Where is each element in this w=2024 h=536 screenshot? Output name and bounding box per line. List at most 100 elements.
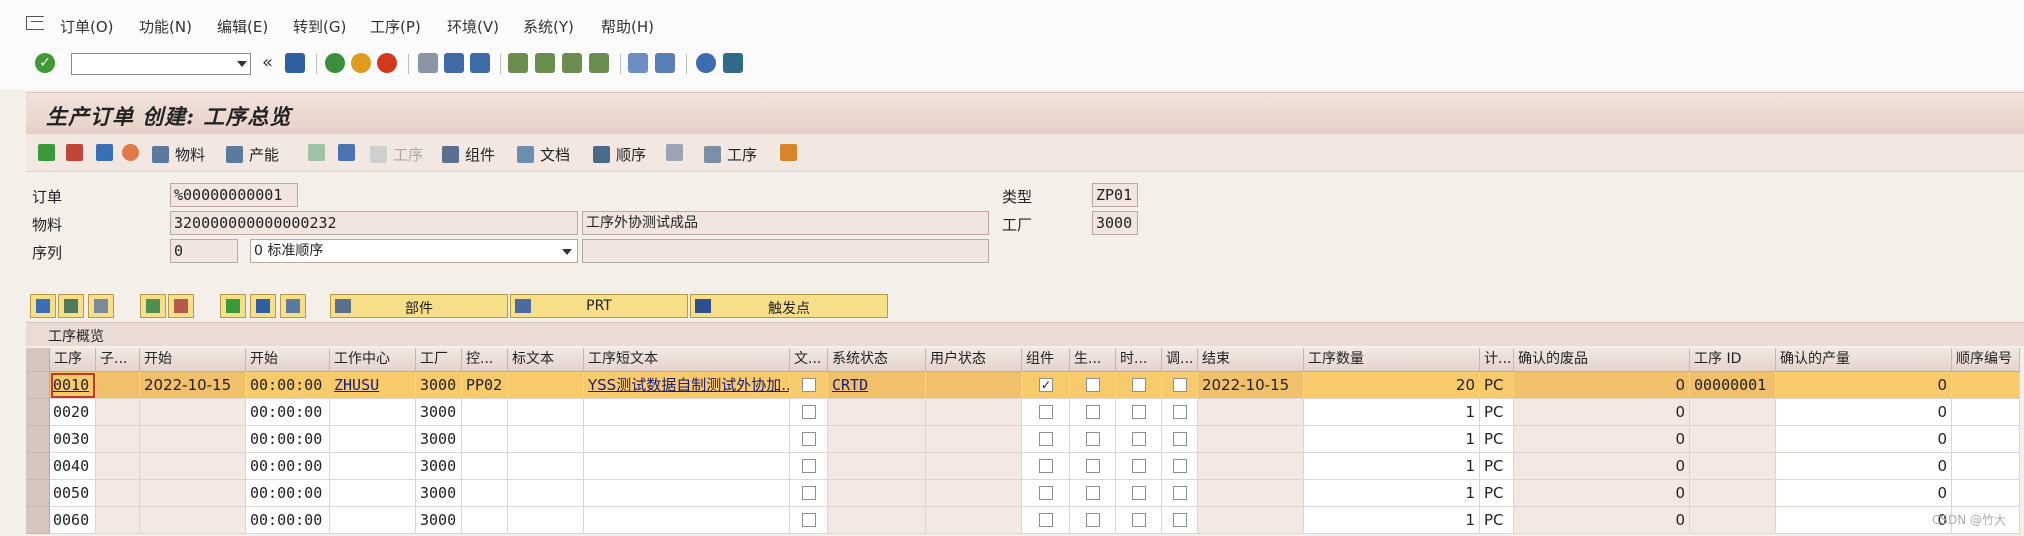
checkbox-adj[interactable] [1173,486,1187,500]
chevron-down-icon[interactable] [562,249,572,255]
cell-seq[interactable] [1952,399,2020,426]
cell-plant[interactable]: 3000 [416,426,462,453]
column-header[interactable]: 用户状态 [926,348,1022,372]
new-session-icon[interactable] [628,53,648,73]
table-row[interactable]: 0010 2022-10-15 00:00:00 ZHUSU 3000 PP02 YSS测试… [26,372,2020,399]
cell-wc[interactable] [330,480,416,507]
back-icon[interactable] [325,53,345,73]
checkbox-comp[interactable] [1039,432,1053,446]
first-page-icon[interactable] [508,53,528,73]
cell-qty[interactable]: 1 [1304,426,1480,453]
column-header[interactable]: 控... [462,348,508,372]
checkbox-comp[interactable] [1039,486,1053,500]
cell-op[interactable]: 0010 [50,372,96,399]
cell-op[interactable]: 0030 [50,426,96,453]
menu-order[interactable]: 订单(O) [60,16,114,37]
select-block-button[interactable] [58,294,84,318]
layout-icon[interactable] [723,53,743,73]
cell-short[interactable] [584,507,790,534]
checkbox-doc[interactable] [802,405,816,419]
cell-start_time[interactable]: 00:00:00 [246,372,330,399]
cell-plant[interactable]: 3000 [416,453,462,480]
cell-std[interactable] [508,507,584,534]
cell-unit[interactable]: PC [1480,372,1514,399]
checkbox-doc[interactable] [802,486,816,500]
flag-icon[interactable] [38,144,61,164]
sequence-button[interactable]: 顺序 [593,144,646,164]
cell-sub[interactable] [96,426,140,453]
cell-wc[interactable]: ZHUSU [330,372,416,399]
cell-short[interactable]: YSS测试数据自制测试外协加... [584,372,790,399]
column-header[interactable]: 确认的废品 [1514,348,1690,372]
checkbox-comp[interactable] [1039,405,1053,419]
column-header[interactable]: 工作中心 [330,348,416,372]
structure-icon[interactable] [780,144,803,164]
table-row[interactable]: 0020 00:00:00 3000 1 PC 0 0 [26,399,2020,426]
edit-button[interactable] [280,294,306,318]
checkbox-doc[interactable] [802,459,816,473]
cell-wc[interactable] [330,453,416,480]
cell-seq[interactable] [1952,426,2020,453]
cell-short[interactable] [584,399,790,426]
checkbox-adj[interactable] [1173,432,1187,446]
exit-icon[interactable] [351,53,371,73]
checkbox-doc[interactable] [802,432,816,446]
column-header[interactable]: 文... [790,348,828,372]
cell-short[interactable] [584,453,790,480]
cell-seq[interactable] [1952,372,2020,399]
cell-wc[interactable] [330,399,416,426]
cell-op[interactable]: 0060 [50,507,96,534]
delete-row-button[interactable] [168,294,194,318]
cell-ctrl[interactable] [462,507,508,534]
checkbox-comp[interactable] [1039,378,1053,392]
cancel-icon[interactable] [377,53,397,73]
column-header[interactable]: 工序数量 [1304,348,1480,372]
chevron-down-icon[interactable] [237,61,247,67]
cell-wc[interactable] [330,426,416,453]
cell-std[interactable] [508,399,584,426]
cell-qty[interactable]: 1 [1304,399,1480,426]
cell-sub[interactable] [96,453,140,480]
cost-icon[interactable] [122,144,145,164]
checkbox-prod[interactable] [1086,432,1100,446]
column-header[interactable]: 标文本 [508,348,584,372]
column-header[interactable]: 生... [1070,348,1116,372]
cell-ctrl[interactable] [462,453,508,480]
column-header[interactable]: 开始 [140,348,246,372]
checkbox-time[interactable] [1132,405,1146,419]
column-header[interactable]: 工厂 [416,348,462,372]
checkbox-adj[interactable] [1173,405,1187,419]
cell-plant[interactable]: 3000 [416,399,462,426]
enter-check-icon[interactable]: ✓ [35,53,55,73]
cell-short[interactable] [584,480,790,507]
document-button[interactable]: 文档 [517,144,570,164]
cell-seq[interactable] [1952,453,2020,480]
checkbox-doc[interactable] [802,513,816,527]
trigger-point-button[interactable]: 触发点 [690,294,888,318]
column-header[interactable]: 子... [96,348,140,372]
table-row[interactable]: 0060 00:00:00 3000 1 PC 0 0 [26,507,2020,534]
table-row[interactable]: 0030 00:00:00 3000 1 PC 0 0 [26,426,2020,453]
cell-plant[interactable]: 3000 [416,372,462,399]
cell-ctrl[interactable]: PP02 [462,372,508,399]
operation-button[interactable]: 工序 [704,144,757,164]
checkbox-comp[interactable] [1039,513,1053,527]
cell-std[interactable] [508,426,584,453]
previous-page-icon[interactable] [535,53,555,73]
column-header[interactable]: 系统状态 [828,348,926,372]
cell-sub[interactable] [96,399,140,426]
checkbox-adj[interactable] [1173,513,1187,527]
menu-help[interactable]: 帮助(H) [601,16,654,37]
help-icon[interactable] [696,53,716,73]
cell-plant[interactable]: 3000 [416,507,462,534]
cell-start_time[interactable]: 00:00:00 [246,399,330,426]
menu-edit[interactable]: 编辑(E) [217,16,268,37]
cell-unit[interactable]: PC [1480,399,1514,426]
cube-icon[interactable] [666,144,689,164]
last-page-icon[interactable] [589,53,609,73]
capacity-button[interactable]: 产能 [226,144,279,164]
table-corner[interactable] [26,348,50,372]
column-header[interactable]: 调... [1162,348,1198,372]
column-header[interactable]: 组件 [1022,348,1070,372]
cell-ctrl[interactable] [462,426,508,453]
